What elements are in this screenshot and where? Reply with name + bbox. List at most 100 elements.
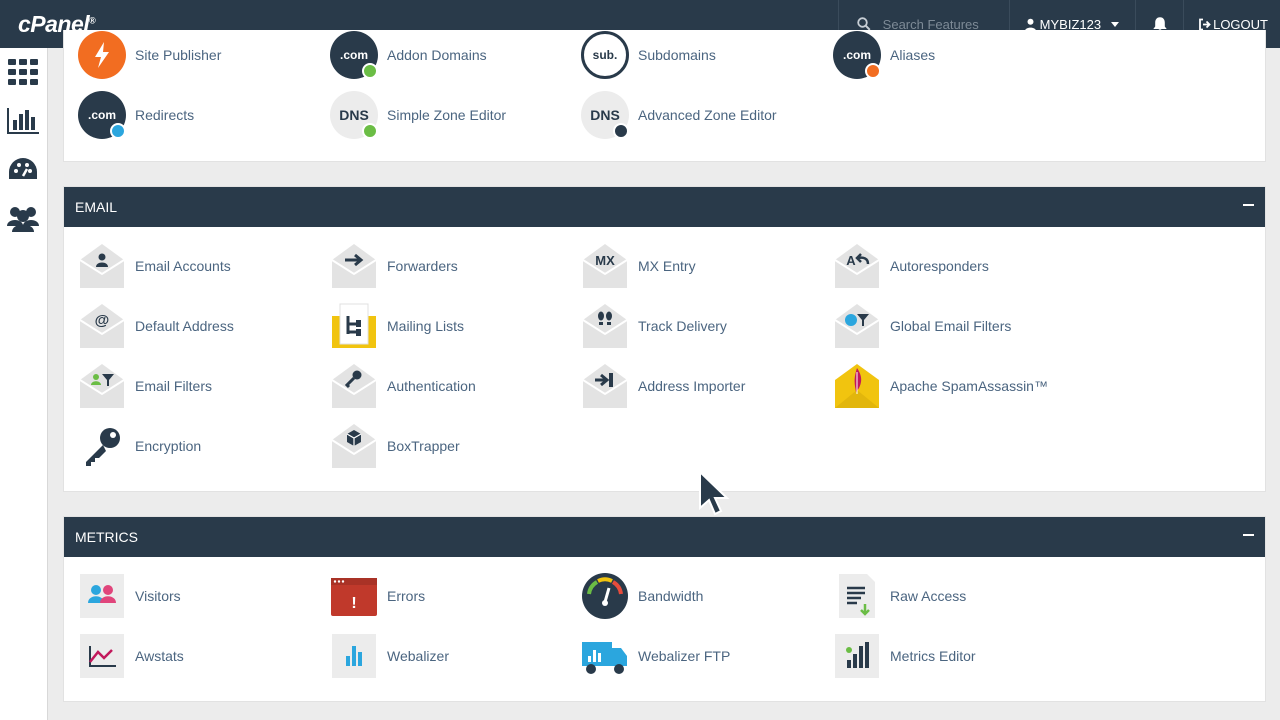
spamassassin-icon xyxy=(833,362,881,410)
svg-text:@: @ xyxy=(95,312,110,329)
section-title: METRICS xyxy=(75,529,138,545)
item-label: Global Email Filters xyxy=(890,318,1012,334)
aliases-item[interactable]: .com Aliases xyxy=(833,30,935,80)
dashboard-icon[interactable] xyxy=(7,154,39,186)
svg-text:A: A xyxy=(846,253,856,268)
raw-access-item[interactable]: Raw Access xyxy=(833,571,966,621)
metrics-panel: METRICS Visitors ! Errors Bandwidth Raw xyxy=(63,516,1266,702)
svg-text:!: ! xyxy=(351,595,356,612)
bandwidth-icon xyxy=(581,572,629,620)
address-importer-item[interactable]: Address Importer xyxy=(581,361,745,411)
encryption-item[interactable]: Encryption xyxy=(78,421,201,471)
redirects-item[interactable]: .com Redirects xyxy=(78,90,194,140)
subdomains-item[interactable]: sub. Subdomains xyxy=(581,30,716,80)
metrics-editor-icon xyxy=(833,632,881,680)
email-filters-item[interactable]: Email Filters xyxy=(78,361,212,411)
boxtrapper-icon xyxy=(330,422,378,470)
advanced-zone-editor-icon: DNS xyxy=(581,91,629,139)
redirects-icon: .com xyxy=(78,91,126,139)
raw-access-icon xyxy=(833,572,881,620)
track-delivery-item[interactable]: Track Delivery xyxy=(581,301,727,351)
search-icon xyxy=(856,17,871,31)
webalizer-ftp-item[interactable]: Webalizer FTP xyxy=(581,631,730,681)
item-label: Authentication xyxy=(387,378,476,394)
email-panel-header[interactable]: EMAIL xyxy=(64,187,1265,227)
sidebar xyxy=(0,48,48,720)
item-label: Webalizer xyxy=(387,648,449,664)
visitors-icon xyxy=(78,572,126,620)
user-icon xyxy=(1024,18,1036,31)
item-label: Subdomains xyxy=(638,47,716,63)
email-panel: EMAIL Email Accounts Forwarders MX MX En… xyxy=(63,186,1266,492)
advanced-zone-editor-item[interactable]: DNS Advanced Zone Editor xyxy=(581,90,777,140)
grid-icon[interactable] xyxy=(7,56,39,88)
users-icon[interactable] xyxy=(7,202,39,234)
item-label: Advanced Zone Editor xyxy=(638,107,777,123)
encryption-key-icon xyxy=(78,422,126,470)
svg-text:MX: MX xyxy=(595,253,615,268)
item-label: Default Address xyxy=(135,318,234,334)
addon-domains-icon: .com xyxy=(330,31,378,79)
item-label: Bandwidth xyxy=(638,588,704,604)
mx-entry-item[interactable]: MX MX Entry xyxy=(581,241,696,291)
site-publisher-icon xyxy=(78,31,126,79)
authentication-icon xyxy=(330,362,378,410)
metrics-panel-header[interactable]: METRICS xyxy=(64,517,1265,557)
autoresponders-item[interactable]: A Autoresponders xyxy=(833,241,989,291)
item-label: Redirects xyxy=(135,107,195,123)
addon-domains-item[interactable]: .com Addon Domains xyxy=(330,30,487,80)
chevron-down-icon xyxy=(1111,21,1120,27)
collapse-icon[interactable] xyxy=(1243,204,1254,206)
simple-zone-editor-item[interactable]: DNS Simple Zone Editor xyxy=(330,90,506,140)
section-title: EMAIL xyxy=(75,199,118,215)
mouse-cursor-icon xyxy=(699,470,730,516)
item-label: Autoresponders xyxy=(890,258,989,274)
item-label: Forwarders xyxy=(387,258,458,274)
global-email-filters-icon xyxy=(833,302,881,350)
item-label: Raw Access xyxy=(890,588,967,604)
item-label: Encryption xyxy=(135,438,202,454)
item-label: Metrics Editor xyxy=(890,648,976,664)
awstats-icon xyxy=(78,632,126,680)
item-label: Apache SpamAssassin™ xyxy=(890,378,1048,394)
item-label: Mailing Lists xyxy=(387,318,465,334)
forwarders-item[interactable]: Forwarders xyxy=(330,241,458,291)
collapse-icon[interactable] xyxy=(1243,534,1254,536)
address-importer-icon xyxy=(581,362,629,410)
simple-zone-editor-icon: DNS xyxy=(330,91,378,139)
mx-entry-icon: MX xyxy=(581,242,629,290)
errors-item[interactable]: ! Errors xyxy=(330,571,425,621)
spamassassin-item[interactable]: Apache SpamAssassin™ xyxy=(833,361,1048,411)
metrics-editor-item[interactable]: Metrics Editor xyxy=(833,631,976,681)
visitors-item[interactable]: Visitors xyxy=(78,571,181,621)
item-label: Track Delivery xyxy=(638,318,727,334)
domains-panel: Site Publisher .com Addon Domains sub. S… xyxy=(63,30,1266,162)
item-label: Email Filters xyxy=(135,378,213,394)
errors-icon: ! xyxy=(330,572,378,620)
forwarders-icon xyxy=(330,242,378,290)
item-label: Simple Zone Editor xyxy=(387,107,507,123)
subdomains-icon: sub. xyxy=(581,31,629,79)
awstats-item[interactable]: Awstats xyxy=(78,631,184,681)
boxtrapper-item[interactable]: BoxTrapper xyxy=(330,421,460,471)
stats-icon[interactable] xyxy=(7,104,39,136)
item-label: Addon Domains xyxy=(387,47,487,63)
bandwidth-item[interactable]: Bandwidth xyxy=(581,571,703,621)
site-publisher-item[interactable]: Site Publisher xyxy=(78,30,221,80)
authentication-item[interactable]: Authentication xyxy=(330,361,476,411)
aliases-icon: .com xyxy=(833,31,881,79)
default-address-item[interactable]: @ Default Address xyxy=(78,301,234,351)
track-delivery-icon xyxy=(581,302,629,350)
item-label: Email Accounts xyxy=(135,258,231,274)
webalizer-icon xyxy=(330,632,378,680)
email-accounts-icon xyxy=(78,242,126,290)
global-email-filters-item[interactable]: Global Email Filters xyxy=(833,301,1011,351)
webalizer-item[interactable]: Webalizer xyxy=(330,631,449,681)
mailing-lists-item[interactable]: Mailing Lists xyxy=(330,301,464,351)
email-accounts-item[interactable]: Email Accounts xyxy=(78,241,231,291)
item-label: Aliases xyxy=(890,47,936,63)
item-label: Visitors xyxy=(135,588,181,604)
mailing-lists-icon xyxy=(330,302,378,350)
item-label: Webalizer FTP xyxy=(638,648,731,664)
item-label: Site Publisher xyxy=(135,47,222,63)
